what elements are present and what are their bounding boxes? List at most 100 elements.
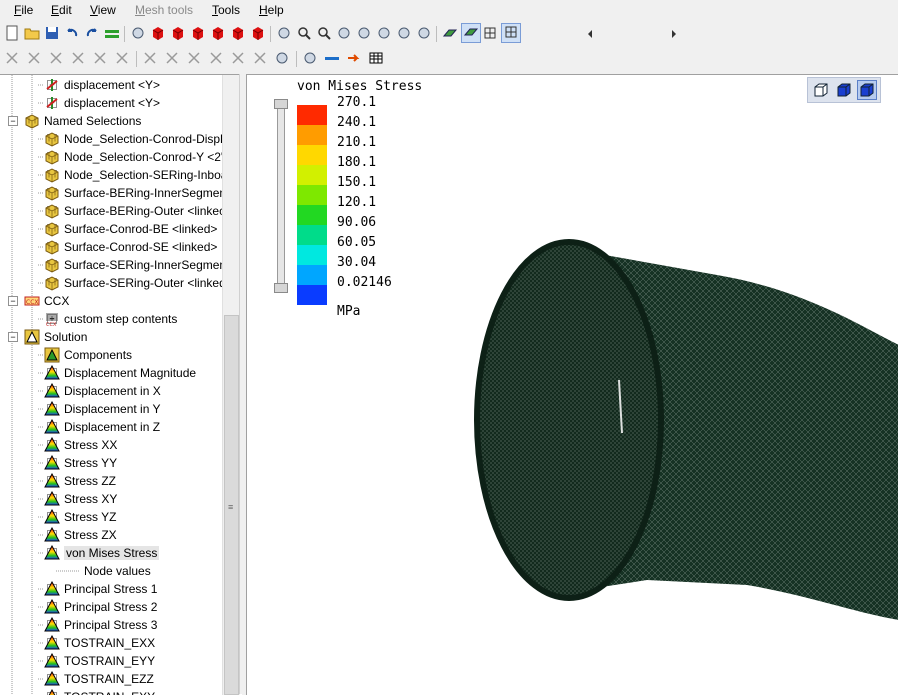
legend-range-slider[interactable] xyxy=(277,103,285,289)
panel-splitter[interactable] xyxy=(239,74,246,694)
menu-help[interactable]: Help xyxy=(259,3,284,17)
table-icon xyxy=(368,50,384,69)
select-point-button[interactable] xyxy=(186,51,202,67)
select-path-button[interactable] xyxy=(252,51,268,67)
view-front-button[interactable] xyxy=(835,81,853,99)
tree-item[interactable]: +Surface-BERing-Outer <linkec xyxy=(0,202,225,220)
line-style-button[interactable] xyxy=(104,26,120,42)
legend-slider-top-handle[interactable] xyxy=(274,99,288,109)
plane-button[interactable] xyxy=(324,51,340,67)
rotate-button[interactable] xyxy=(336,26,352,42)
clip-plane-button[interactable] xyxy=(416,26,432,42)
tree-item[interactable]: − Solution xyxy=(0,328,224,346)
selection-set-icon xyxy=(44,203,60,219)
tree-item[interactable]: +Stress ZX xyxy=(0,526,224,544)
select-edge-button[interactable] xyxy=(70,51,86,67)
select-beam-button[interactable] xyxy=(142,51,158,67)
tree-item[interactable]: +Principal Stress 1 xyxy=(0,580,224,598)
tree-item[interactable]: +Surface-SERing-Outer <linked xyxy=(0,274,226,292)
save-button[interactable] xyxy=(44,26,60,42)
tree-item[interactable]: +Stress ZZ xyxy=(0,472,224,490)
tree-item[interactable]: +Stress YY xyxy=(0,454,224,472)
new-file-button[interactable] xyxy=(4,25,20,42)
select-region-button[interactable] xyxy=(208,51,224,67)
select-face-button[interactable] xyxy=(48,51,64,67)
tree-item[interactable]: +Displacement in Y xyxy=(0,400,224,418)
wireframe-button[interactable] xyxy=(482,26,498,42)
box-red-1-button[interactable] xyxy=(150,26,166,42)
tree-item[interactable]: +Node_Selection-SERing-Inboa xyxy=(0,166,227,184)
tree-item[interactable]: +TOSTRAIN_EXX xyxy=(0,634,224,652)
tree-item[interactable]: +Displacement in Z xyxy=(0,418,224,436)
box-red-6-button[interactable] xyxy=(250,26,266,42)
menu-mesh-tools[interactable]: Mesh tools xyxy=(135,3,193,17)
collapse-toggle-icon[interactable]: − xyxy=(8,296,18,306)
tree-item[interactable]: +Surface-Conrod-SE <linked> xyxy=(0,238,224,256)
tree-item[interactable]: +displacement <Y> xyxy=(0,94,224,112)
tree-item[interactable]: − CCX CCX xyxy=(0,292,224,310)
surface-button[interactable] xyxy=(442,26,458,42)
tree-item[interactable]: +TOSTRAIN_EZZ xyxy=(0,670,224,688)
select-volume-button[interactable] xyxy=(230,51,246,67)
view-iso-button[interactable] xyxy=(812,81,830,99)
toolbar-scroll-left-icon[interactable] xyxy=(582,26,598,42)
tree-item[interactable]: +Components xyxy=(0,346,224,364)
tree-item[interactable]: +Principal Stress 3 xyxy=(0,616,224,634)
menu-edit[interactable]: Edit xyxy=(51,3,72,17)
show-button[interactable] xyxy=(302,51,318,67)
mesh-button[interactable] xyxy=(501,23,521,43)
pan-button[interactable] xyxy=(356,26,372,42)
box-red-2-button[interactable] xyxy=(170,26,186,42)
table-button[interactable] xyxy=(368,51,384,67)
tree-item[interactable]: +Displacement Magnitude xyxy=(0,364,224,382)
zoom-button[interactable] xyxy=(296,26,312,42)
open-folder-button[interactable] xyxy=(24,26,40,42)
menu-file[interactable]: File xyxy=(14,3,33,17)
tree-item[interactable]: +Surface-SERing-InnerSegment xyxy=(0,256,229,274)
tree-item[interactable]: +Stress XX xyxy=(0,436,224,454)
legend-slider-bottom-handle[interactable] xyxy=(274,283,288,293)
select-spring-button[interactable] xyxy=(164,51,180,67)
fit-view-button[interactable] xyxy=(276,26,292,42)
select-node-button[interactable] xyxy=(4,51,20,67)
tree-item[interactable]: Node values xyxy=(0,562,224,580)
box-red-4-button[interactable] xyxy=(210,26,226,42)
tree-scrollbar[interactable]: ≡ xyxy=(222,75,240,695)
tree-item[interactable]: − Named Selections xyxy=(0,112,224,130)
menu-tools[interactable]: Tools xyxy=(212,3,240,17)
tree-item[interactable]: +TOSTRAIN_EYY xyxy=(0,652,224,670)
select-element-button[interactable] xyxy=(26,51,42,67)
tree-item[interactable]: +Surface-Conrod-BE <linked> xyxy=(0,220,224,238)
tree-item[interactable]: +displacement <Y> xyxy=(0,76,224,94)
tree-item[interactable]: +Node_Selection-Conrod-Displ xyxy=(0,130,224,148)
redo-button[interactable] xyxy=(84,26,100,42)
toolbar-scroll-right-icon[interactable] xyxy=(666,26,682,42)
zoom-box-button[interactable] xyxy=(316,26,332,42)
select-shell-button[interactable] xyxy=(114,51,130,67)
shaded-button[interactable] xyxy=(461,23,481,43)
tree-item[interactable]: +Displacement in X xyxy=(0,382,224,400)
select-solid-button[interactable] xyxy=(92,51,108,67)
3d-viewport[interactable]: von Mises Stress 270.1 240.1 210.1 180.1 150… xyxy=(246,74,898,695)
tree-item[interactable]: +Surface-BERing-InnerSegmen xyxy=(0,184,226,202)
collapse-toggle-icon[interactable]: − xyxy=(8,116,18,126)
light-button[interactable] xyxy=(376,26,392,42)
tree-scroll-thumb[interactable]: ≡ xyxy=(224,315,239,695)
tree-item[interactable]: +Stress YZ xyxy=(0,508,224,526)
tree-item[interactable]: +Stress XY xyxy=(0,490,224,508)
box-red-3-button[interactable] xyxy=(190,26,206,42)
hide-button[interactable] xyxy=(274,51,290,67)
tree-item[interactable]: −von Mises Stress xyxy=(0,544,224,562)
arrow-button[interactable] xyxy=(346,51,362,67)
box-red-5-button[interactable] xyxy=(230,26,246,42)
tree-item[interactable]: +Principal Stress 2 xyxy=(0,598,224,616)
collapse-toggle-icon[interactable]: − xyxy=(8,332,18,342)
tree-item[interactable]: + CCX custom step contents xyxy=(0,310,224,328)
result-icon xyxy=(44,544,60,561)
mesh-sphere-button[interactable] xyxy=(130,26,146,42)
menu-view[interactable]: View xyxy=(90,3,116,17)
coordinate-button[interactable] xyxy=(396,26,412,42)
tree-item[interactable]: +Node_Selection-Conrod-Y <2' xyxy=(0,148,224,166)
undo-button[interactable] xyxy=(64,26,80,42)
view-side-button[interactable] xyxy=(857,80,877,100)
